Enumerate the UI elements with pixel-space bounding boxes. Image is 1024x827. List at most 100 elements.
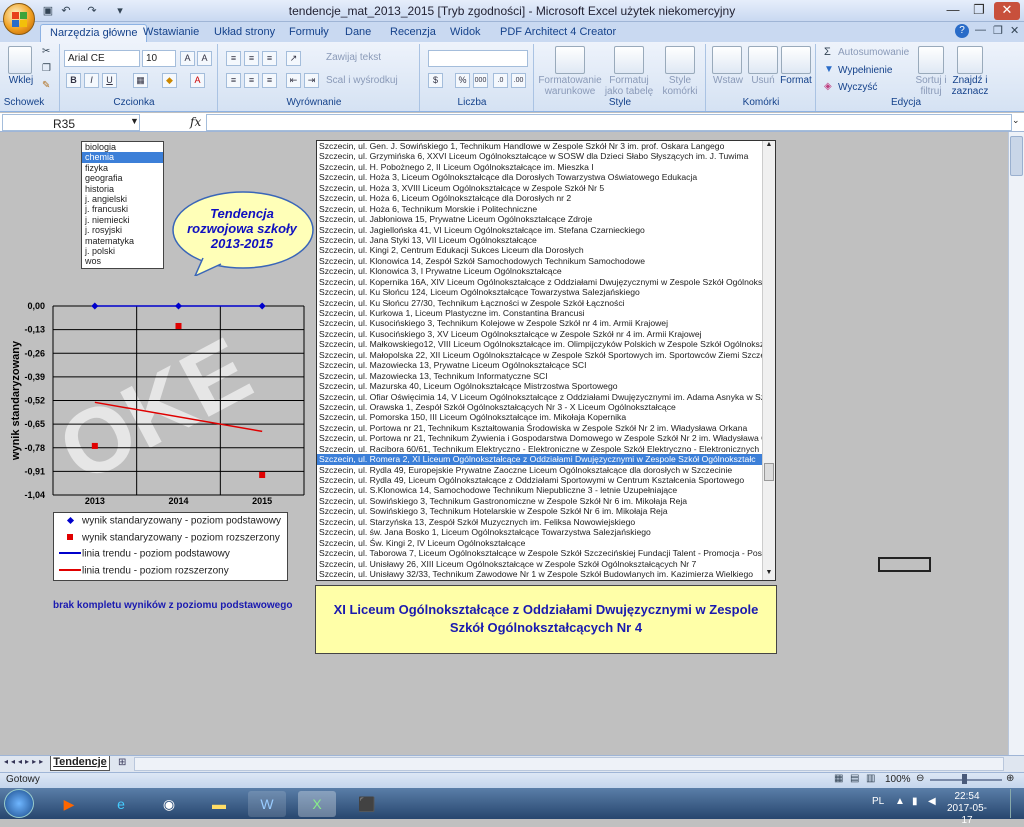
clock[interactable]: 22:54 2017-05-17 — [942, 791, 992, 827]
format-table-button[interactable]: Formatuj jako tabelę — [600, 75, 658, 97]
name-box-dropdown-icon[interactable]: ▼ — [130, 116, 139, 126]
cell-styles-icon[interactable] — [665, 46, 695, 74]
orientation-icon[interactable]: ↗ — [286, 51, 301, 66]
delete-cells-icon[interactable] — [748, 46, 778, 74]
internet-explorer-icon[interactable]: e — [102, 791, 140, 817]
school-item[interactable]: Szczecin, ul. Jagiellońska 41, VI Liceum… — [317, 225, 764, 235]
zoom-in-icon[interactable]: ⊕ — [1006, 773, 1014, 784]
school-item[interactable]: Szczecin, ul. Hoża 6, Liceum Ogólnokszta… — [317, 193, 764, 203]
help-icon[interactable]: ? — [955, 24, 969, 38]
zoom-level[interactable]: 100% — [885, 774, 911, 785]
ribbon-minimize-icon[interactable]: — — [975, 24, 986, 36]
redo-icon[interactable]: ↷ — [84, 3, 100, 19]
tab-formulas[interactable]: Formuły — [280, 24, 338, 42]
autosum-button[interactable]: Autosumowanie — [838, 47, 909, 58]
copy-icon[interactable]: ❐ — [42, 63, 51, 74]
insert-cells-button[interactable]: Wstaw — [708, 75, 748, 86]
school-item[interactable]: Szczecin, ul. Kurkowa 1, Liceum Plastycz… — [317, 308, 764, 318]
clear-icon[interactable]: ◈ — [824, 81, 832, 92]
school-item[interactable]: Szczecin, ul. Klonowica 14, Zespół Szkół… — [317, 256, 764, 266]
school-list-scrollbar[interactable]: ▲ ▼ — [762, 141, 775, 580]
pdf-icon[interactable]: ⬛ — [348, 791, 386, 817]
school-item[interactable]: Szczecin, ul. Kusocińskiego 3, XV Liceum… — [317, 329, 764, 339]
school-item[interactable]: Szczecin, ul. Sowińskiego 3, Technikum G… — [317, 496, 764, 506]
language-indicator[interactable]: PL — [872, 796, 884, 807]
increase-indent-icon[interactable]: ⇥ — [304, 73, 319, 88]
subject-item[interactable]: wos — [82, 256, 163, 266]
conditional-format-icon[interactable] — [555, 46, 585, 74]
wrap-text-button[interactable]: Zawijaj tekst — [326, 52, 381, 63]
borders-icon[interactable]: ▦ — [133, 73, 148, 88]
school-listbox[interactable]: Szczecin, ul. Gen. J. Sowińskiego 1, Tec… — [316, 140, 776, 581]
school-item[interactable]: Szczecin, ul. św. Jana Bosko 1, Liceum O… — [317, 527, 764, 537]
minimize-button[interactable]: — — [940, 2, 966, 20]
zoom-slider-thumb[interactable] — [962, 774, 967, 784]
conditional-format-button[interactable]: Formatowanie warunkowe — [536, 75, 604, 97]
school-item[interactable]: Szczecin, ul. Romera 2, XI Liceum Ogólno… — [317, 454, 764, 465]
tab-home[interactable]: Narzędzia główne — [40, 24, 148, 42]
school-item[interactable]: Szczecin, ul. Grzymińska 6, XXVI Liceum … — [317, 151, 764, 161]
format-table-icon[interactable] — [614, 46, 644, 74]
tab-data[interactable]: Dane — [336, 24, 380, 42]
school-item[interactable]: Szczecin, ul. Małopolska 22, XII Liceum … — [317, 350, 764, 360]
fill-button[interactable]: Wypełnienie — [838, 65, 892, 76]
decrease-decimal-icon[interactable]: .00 — [511, 73, 526, 88]
subject-item[interactable]: chemia — [82, 152, 163, 163]
volume-icon[interactable]: ◀ — [928, 796, 936, 807]
scroll-down-icon[interactable]: ▼ — [763, 569, 775, 576]
school-item[interactable]: Szczecin, ul. Ofiar Oświęcimia 14, V Lic… — [317, 392, 764, 402]
clear-button[interactable]: Wyczyść — [838, 82, 877, 93]
align-center-icon[interactable]: ≡ — [244, 73, 259, 88]
cut-icon[interactable]: ✂ — [42, 46, 50, 57]
decrease-indent-icon[interactable]: ⇤ — [286, 73, 301, 88]
school-item[interactable]: Szczecin, ul. Mazowiecka 13, Technikum I… — [317, 371, 764, 381]
school-item[interactable]: Szczecin, ul. Kingi 2, Centrum Edukacji … — [317, 245, 764, 255]
school-item[interactable]: Szczecin, ul. Orawska 1, Zespół Szkół Og… — [317, 402, 764, 412]
tray-arrow-icon[interactable]: ▲ — [895, 796, 905, 807]
sort-filter-button[interactable]: Sortuj i filtruj — [912, 75, 950, 97]
formula-input[interactable] — [206, 114, 1012, 131]
show-desktop-button[interactable] — [1010, 789, 1022, 818]
list-scroll-thumb[interactable] — [764, 463, 774, 481]
find-select-icon[interactable] — [957, 46, 983, 74]
fill-color-icon[interactable]: ◆ — [162, 73, 177, 88]
subject-item[interactable]: j. angielski — [82, 194, 163, 204]
close-button[interactable]: ✕ — [994, 2, 1020, 20]
restore-button[interactable]: ❐ — [966, 2, 992, 20]
ribbon-restore-icon[interactable]: ❐ — [993, 24, 1003, 37]
subject-listbox[interactable]: biologia chemia fizyka geografia historia j. … — [81, 141, 164, 269]
school-item[interactable]: Szczecin, ul. Mazowiecka 13, Prywatne Li… — [317, 360, 764, 370]
school-item[interactable]: Szczecin, ul. Pomorska 150, III Liceum O… — [317, 412, 764, 422]
school-item[interactable]: Szczecin, ul. Hoża 3, XVIII Liceum Ogóln… — [317, 183, 764, 193]
align-top-icon[interactable]: ≡ — [226, 51, 241, 66]
align-bottom-icon[interactable]: ≡ — [262, 51, 277, 66]
format-cells-button[interactable]: Format — [776, 75, 816, 86]
font-size-field[interactable]: 10 — [142, 50, 176, 67]
school-item[interactable]: Szczecin, ul. Klonowica 3, I Prywatne Li… — [317, 266, 764, 276]
tab-insert[interactable]: Wstawianie — [134, 24, 208, 42]
subject-item[interactable]: j. polski — [82, 246, 163, 256]
school-item[interactable]: Szczecin, ul. Ku Słońcu 124, Liceum Ogól… — [317, 287, 764, 297]
subject-item[interactable]: geografia — [82, 173, 163, 183]
align-left-icon[interactable]: ≡ — [226, 73, 241, 88]
zoom-out-icon[interactable]: ⊖ — [916, 773, 924, 784]
view-normal-icon[interactable]: ▦ — [834, 773, 843, 784]
align-middle-icon[interactable]: ≡ — [244, 51, 259, 66]
customize-qat-icon[interactable]: ▾ — [112, 3, 128, 19]
school-item[interactable]: Szczecin, ul. Hoża 3, Liceum Ogólnokszta… — [317, 172, 764, 182]
fill-icon[interactable]: ▼ — [824, 64, 834, 75]
horizontal-scrollbar[interactable] — [134, 757, 1004, 771]
format-cells-icon[interactable] — [781, 46, 811, 74]
school-item[interactable]: Szczecin, ul. H. Pobożnego 2, II Liceum … — [317, 162, 764, 172]
subject-item[interactable]: j. rosyjski — [82, 225, 163, 235]
school-item[interactable]: Szczecin, ul. Kopernika 16A, XIV Liceum … — [317, 277, 764, 287]
insert-cells-icon[interactable] — [712, 46, 742, 74]
name-box[interactable]: R35 — [2, 114, 140, 131]
save-icon[interactable]: ▣ — [40, 3, 56, 19]
find-select-button[interactable]: Znajdź i zaznacz — [950, 75, 990, 97]
grow-font-icon[interactable]: A — [180, 51, 195, 66]
school-item[interactable]: Szczecin, ul. Taborowa 7, Liceum Ogólnok… — [317, 548, 764, 558]
undo-icon[interactable]: ↶ — [58, 3, 74, 19]
school-item[interactable]: Szczecin, ul. Unisławy 26, XIII Liceum O… — [317, 559, 764, 569]
sheet-tab-tendencje[interactable]: Tendencje — [50, 756, 110, 771]
